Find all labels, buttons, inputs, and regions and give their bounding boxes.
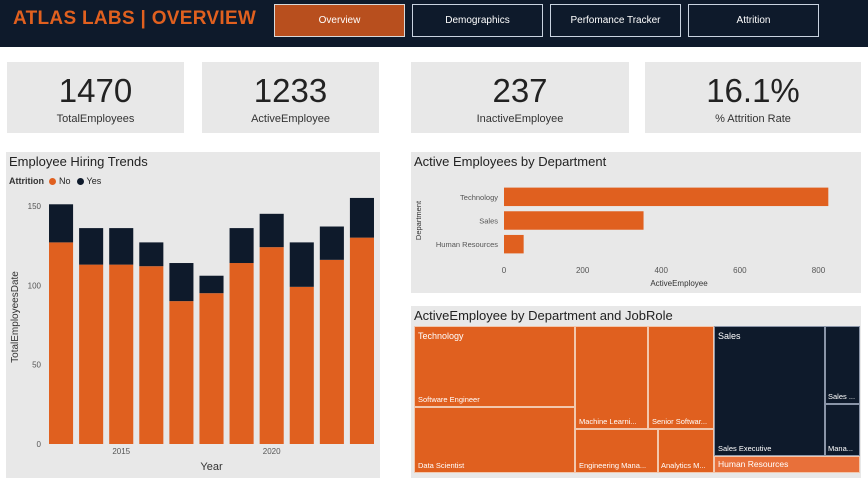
bar-yes-2014 — [79, 228, 104, 265]
bar-yes-2021 — [289, 242, 314, 287]
x-tick-label: 200 — [576, 266, 590, 275]
y-tick-label: 50 — [32, 361, 41, 370]
treemap-label: Analytics M... — [661, 461, 706, 470]
kpi-value: 1470 — [58, 72, 133, 109]
y-tick-label: Human Resources — [436, 240, 498, 249]
treemap-cell-human-resources[interactable]: Human Resources — [714, 456, 860, 473]
kpi-value: 16.1% — [706, 72, 800, 109]
bar-yes-2022 — [319, 226, 344, 260]
treemap-label: Senior Softwar... — [652, 417, 708, 426]
treemap-label: Software Engineer — [418, 395, 480, 404]
dept-bar-chart[interactable]: Technology Sales Human Resources 0 200 400 600… — [411, 152, 861, 293]
y-tick-label: Sales — [479, 217, 498, 226]
tab-performance-tracker[interactable]: Perfomance Tracker — [550, 4, 681, 37]
treemap-cell-analytics[interactable]: Analytics M... — [658, 429, 714, 473]
kpi-label: % Attrition Rate — [715, 113, 791, 125]
bar-yes-2018 — [199, 275, 224, 294]
kpi-value: 1233 — [253, 72, 328, 109]
tab-attrition[interactable]: Attrition — [688, 4, 819, 37]
y-tick-label: 150 — [28, 202, 42, 211]
bar-no-2018 — [199, 293, 224, 444]
bar-no-2023 — [349, 237, 374, 444]
bar-no-2022 — [319, 259, 344, 444]
treemap-label: Engineering Mana... — [579, 461, 647, 470]
dept-chart-panel: Active Employees by Department Technolog… — [411, 152, 861, 293]
bar-no-2019 — [229, 263, 254, 444]
treemap: Technology Software Engineer Data Scient… — [414, 326, 860, 477]
bar-yes-2020 — [259, 213, 284, 248]
x-tick-label: 0 — [502, 266, 507, 275]
bar-no-2015 — [109, 264, 134, 444]
x-tick-label: 2015 — [112, 447, 130, 456]
hiring-trends-panel: Employee Hiring Trends Attrition No Yes … — [6, 152, 380, 478]
y-axis-title: TotalEmployeesDate — [10, 271, 21, 363]
treemap-label: Machine Learni... — [579, 417, 637, 426]
x-axis-title: ActiveEmployee — [650, 279, 708, 288]
treemap-cell-sales-executive[interactable]: Sales Sales Executive — [714, 326, 825, 456]
bar-yes-2016 — [139, 242, 164, 267]
bar-no-2016 — [139, 266, 164, 444]
x-axis-title: Year — [200, 461, 223, 473]
kpi-card-attrition-rate: 16.1% % Attrition Rate — [645, 62, 861, 133]
bar-yes-2023 — [349, 197, 374, 238]
treemap-panel: ActiveEmployee by Department and JobRole… — [411, 306, 861, 478]
bar-no-2020 — [259, 247, 284, 444]
bar-sales — [504, 211, 644, 230]
kpi-label: InactiveEmployee — [476, 113, 564, 125]
tab-demographics[interactable]: Demographics — [412, 4, 543, 37]
hiring-trends-chart[interactable]: 0 50 100 150 2015 2020 Year TotalEmployeesDate — [6, 152, 380, 478]
treemap-title: ActiveEmployee by Department and JobRole — [414, 308, 673, 323]
bar-yes-2015 — [109, 228, 134, 265]
kpi-value: 237 — [492, 72, 548, 109]
kpi-card-total-employees: 1470 TotalEmployees — [7, 62, 184, 133]
x-tick-label: 800 — [812, 266, 826, 275]
bar-yes-2019 — [229, 228, 254, 264]
x-tick-label: 600 — [733, 266, 747, 275]
bar-yes-2017 — [169, 263, 194, 302]
treemap-cell-senior-software[interactable]: Senior Softwar... — [648, 326, 714, 429]
treemap-cell-machine-learning[interactable]: Machine Learni... — [575, 326, 648, 429]
treemap-cell-data-scientist[interactable]: Data Scientist — [414, 407, 575, 473]
treemap-cell-software-engineer[interactable]: Technology Software Engineer — [414, 326, 575, 407]
x-tick-label: 2020 — [263, 447, 281, 456]
y-tick-label: 100 — [28, 281, 42, 290]
kpi-label: TotalEmployees — [56, 113, 135, 125]
treemap-label: Data Scientist — [418, 461, 465, 470]
kpi-card-active-employee: 1233 ActiveEmployee — [202, 62, 379, 133]
app-title: ATLAS LABS | OVERVIEW — [13, 8, 257, 29]
y-tick-label: Technology — [460, 193, 498, 202]
bar-no-2014 — [79, 264, 104, 444]
treemap-group-sales: Sales — [718, 331, 741, 341]
y-axis-title: Department — [414, 200, 423, 240]
treemap-label: Mana... — [828, 444, 854, 453]
treemap-cell-engineering-manager[interactable]: Engineering Mana... — [575, 429, 658, 473]
bar-no-2017 — [169, 301, 194, 444]
treemap-label: Sales ... — [828, 392, 856, 401]
y-tick-label: 0 — [37, 440, 42, 449]
treemap-label: Sales Executive — [718, 444, 772, 453]
bar-no-2021 — [289, 286, 314, 444]
tab-overview[interactable]: Overview — [274, 4, 405, 37]
top-navigation-bar: ATLAS LABS | OVERVIEW Overview Demograph… — [0, 0, 868, 47]
kpi-card-inactive-employee: 237 InactiveEmployee — [411, 62, 629, 133]
treemap-cell-sales-representative[interactable]: Sales ... — [825, 326, 860, 404]
treemap-cell-sales-manager[interactable]: Mana... — [825, 404, 860, 456]
bar-technology — [504, 187, 829, 207]
bar-human-resources — [504, 234, 524, 254]
x-tick-label: 400 — [655, 266, 669, 275]
treemap-group-hr: Human Resources — [718, 459, 789, 469]
bar-no-2013 — [49, 242, 74, 444]
kpi-label: ActiveEmployee — [251, 113, 330, 125]
bar-yes-2013 — [49, 204, 74, 243]
treemap-group-technology: Technology — [418, 331, 464, 341]
